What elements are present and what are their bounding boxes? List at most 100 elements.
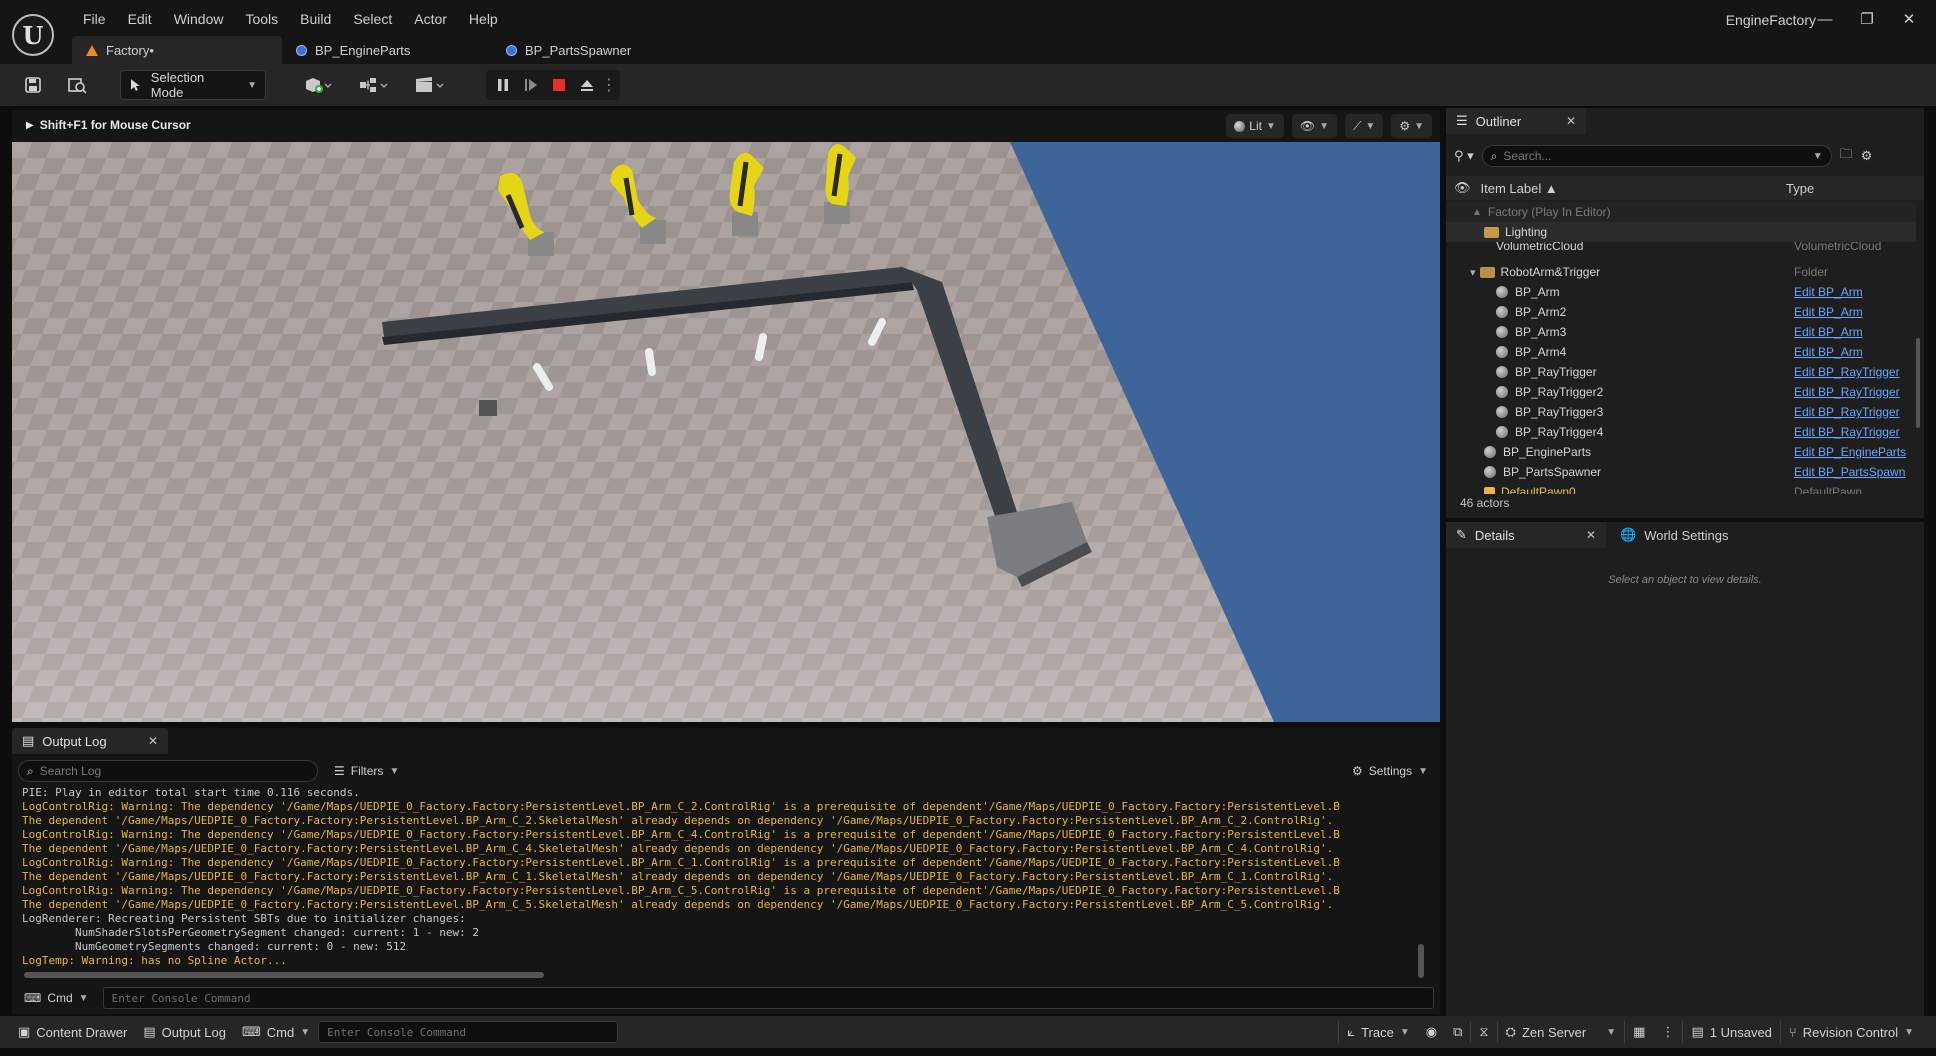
outliner-row-type[interactable]: Edit BP_RayTrigger xyxy=(1794,365,1900,379)
more-options-icon[interactable]: ⋮ xyxy=(601,70,617,100)
column-item-label[interactable]: Item Label ▲ xyxy=(1481,181,1558,196)
outliner-tree: ▲ Factory (Play In Editor) Lighting Volumet… xyxy=(1446,202,1916,494)
menu-select[interactable]: Select xyxy=(342,9,403,29)
outliner-row-type[interactable]: Edit BP_RayTrigger xyxy=(1794,405,1900,419)
outliner-row[interactable]: BP_EngineParts Edit BP_EngineParts xyxy=(1446,442,1916,462)
close-icon[interactable]: ✕ xyxy=(1566,114,1576,128)
level-viewport[interactable]: ▶ Shift+F1 for Mouse Cursor Lit ▼ 👁 ▼ ⟋ … xyxy=(12,110,1440,722)
zen-server-dropdown[interactable]: ⛭ Zen Server ▼ xyxy=(1498,1016,1625,1048)
status-console-input[interactable]: Enter Console Command xyxy=(318,1021,619,1043)
outliner-row-type[interactable]: Edit BP_Arm xyxy=(1794,325,1863,339)
content-drawer-button[interactable]: ▣ Content Drawer xyxy=(10,1016,135,1048)
outliner-row[interactable]: BP_Arm Edit BP_Arm xyxy=(1446,282,1916,302)
viewport-settings-dropdown[interactable]: ⚙ ▼ xyxy=(1391,114,1432,138)
close-icon[interactable]: ✕ xyxy=(148,734,158,748)
cmd-dropdown[interactable]: ⌨ Cmd ▼ xyxy=(234,1016,318,1048)
outliner-row[interactable]: BP_RayTrigger2 Edit BP_RayTrigger xyxy=(1446,382,1916,402)
tab-world-settings[interactable]: 🌐 World Settings xyxy=(1612,522,1736,548)
settings-dropdown[interactable]: ⚙ Settings ▼ xyxy=(1346,760,1434,782)
outliner-row[interactable]: Lighting xyxy=(1446,222,1916,242)
tab-bp-partsspawner[interactable]: BP_PartsSpawner xyxy=(492,36,702,64)
output-log-button[interactable]: ▤ Output Log xyxy=(135,1016,234,1048)
outliner-row[interactable]: BP_Arm4 Edit BP_Arm xyxy=(1446,342,1916,362)
browse-icon[interactable] xyxy=(62,70,92,100)
visibility-eye-icon[interactable]: 👁 xyxy=(1454,180,1471,196)
menu-help[interactable]: Help xyxy=(458,9,509,29)
save-icon[interactable] xyxy=(18,70,48,100)
stop-icon[interactable] xyxy=(546,70,572,100)
outliner-row[interactable]: DefaultPawn0 DefaultPawn xyxy=(1446,482,1916,494)
outliner-row-type[interactable]: Edit BP_EngineParts xyxy=(1794,445,1906,459)
outliner-search-input[interactable]: ⌕ Search... ▼ xyxy=(1481,145,1832,167)
outliner-row[interactable]: ▾ RobotArm&Trigger Folder xyxy=(1446,262,1916,282)
outliner-row-type[interactable]: Edit BP_Arm xyxy=(1794,305,1863,319)
screenshot-icon[interactable]: ⧉ xyxy=(1445,1016,1470,1048)
outliner-row-type[interactable]: Edit BP_Arm xyxy=(1794,345,1863,359)
outliner-row-type[interactable]: Edit BP_RayTrigger xyxy=(1794,425,1900,439)
scalability-dropdown[interactable]: ⟋ ▼ xyxy=(1345,114,1384,138)
close-icon[interactable]: ✕ xyxy=(1586,528,1596,542)
hourglass-icon[interactable]: ⧖ xyxy=(1471,1016,1496,1048)
frame-advance-icon[interactable] xyxy=(518,70,544,100)
outliner-row[interactable]: BP_Arm2 Edit BP_Arm xyxy=(1446,302,1916,322)
tab-output-log[interactable]: ▤ Output Log ✕ xyxy=(12,728,168,754)
outliner-row[interactable]: BP_RayTrigger Edit BP_RayTrigger xyxy=(1446,362,1916,382)
cmd-dropdown[interactable]: ⌨ Cmd ▼ xyxy=(18,987,95,1009)
trace-dropdown[interactable]: ⟀ Trace ▼ xyxy=(1339,1016,1417,1048)
blueprint-icon xyxy=(506,44,517,56)
scene-render[interactable] xyxy=(12,142,1440,722)
outliner-scrollbar[interactable] xyxy=(1916,338,1920,428)
revision-control-dropdown[interactable]: ⑂ Revision Control ▼ xyxy=(1781,1016,1922,1048)
close-button[interactable]: ✕ xyxy=(1890,6,1928,32)
menu-build[interactable]: Build xyxy=(289,9,342,29)
selection-mode-dropdown[interactable]: Selection Mode ▼ xyxy=(120,70,266,100)
unreal-logo-icon[interactable]: U xyxy=(12,14,54,56)
console-command-input[interactable]: Enter Console Command xyxy=(102,987,1434,1009)
chevron-down-icon: ▼ xyxy=(1399,1026,1410,1038)
show-flags-dropdown[interactable]: 👁 ▼ xyxy=(1291,114,1338,138)
outliner-row-type[interactable]: Edit BP_RayTrigger xyxy=(1794,385,1900,399)
stats-icon[interactable]: ▦ xyxy=(1625,1016,1653,1048)
cinematics-icon[interactable] xyxy=(410,70,450,100)
log-horizontal-scrollbar[interactable] xyxy=(24,972,544,978)
restore-button[interactable]: ❐ xyxy=(1848,6,1886,32)
outliner-row[interactable]: BP_RayTrigger4 Edit BP_RayTrigger xyxy=(1446,422,1916,442)
menu-actor[interactable]: Actor xyxy=(403,9,458,29)
world-icon: ▲ xyxy=(1472,206,1482,218)
menu-edit[interactable]: Edit xyxy=(117,9,163,29)
filter-icon: ☰ xyxy=(334,764,345,778)
gear-icon[interactable]: ⚙ xyxy=(1861,148,1873,164)
outliner-row-type[interactable]: Edit BP_Arm xyxy=(1794,285,1863,299)
eject-icon[interactable] xyxy=(574,70,600,100)
menu-window[interactable]: Window xyxy=(163,9,235,29)
log-line: LogControlRig: Warning: The dependency '… xyxy=(22,884,1340,897)
expand-arrow-icon[interactable]: ▾ xyxy=(1470,266,1476,279)
add-folder-icon[interactable]: 🗀 xyxy=(1840,145,1853,167)
outliner-row[interactable]: VolumetricCloud VolumetricCloud xyxy=(1446,242,1916,250)
record-icon[interactable]: ◉ xyxy=(1418,1016,1445,1048)
more-options-icon[interactable]: ⋮ xyxy=(1653,1016,1682,1048)
filter-icon[interactable]: ⚲ ▾ xyxy=(1454,148,1474,164)
unsaved-button[interactable]: ▤ 1 Unsaved xyxy=(1683,1016,1779,1048)
outliner-row[interactable]: BP_PartsSpawner Edit BP_PartsSpawn xyxy=(1446,462,1916,482)
tab-factory[interactable]: Factory• xyxy=(72,36,282,64)
blueprint-menu-icon[interactable] xyxy=(354,70,394,100)
add-actor-icon[interactable] xyxy=(298,70,338,100)
tab-outliner[interactable]: ☰ Outliner ✕ xyxy=(1446,108,1586,134)
pause-icon[interactable] xyxy=(490,70,516,100)
menu-file[interactable]: File xyxy=(72,9,117,29)
outliner-row-type[interactable]: Edit BP_PartsSpawn xyxy=(1794,465,1905,479)
search-log-input[interactable]: ⌕ Search Log xyxy=(18,760,318,782)
tab-details[interactable]: ✎ Details ✕ xyxy=(1446,522,1606,548)
outliner-row[interactable]: ▲ Factory (Play In Editor) xyxy=(1446,202,1916,222)
outliner-row[interactable]: BP_RayTrigger3 Edit BP_RayTrigger xyxy=(1446,402,1916,422)
view-mode-dropdown[interactable]: Lit ▼ xyxy=(1226,114,1284,138)
outliner-row[interactable]: BP_Arm3 Edit BP_Arm xyxy=(1446,322,1916,342)
minimize-button[interactable]: — xyxy=(1806,6,1844,32)
tab-bp-engineparts[interactable]: BP_EngineParts xyxy=(282,36,492,64)
filters-dropdown[interactable]: ☰ Filters ▼ xyxy=(328,760,405,782)
menu-tools[interactable]: Tools xyxy=(234,9,289,29)
column-type[interactable]: Type xyxy=(1786,181,1814,196)
log-output[interactable]: PIE: Play in editor total start time 0.1… xyxy=(22,786,1422,966)
log-vertical-scrollbar[interactable] xyxy=(1418,944,1424,978)
